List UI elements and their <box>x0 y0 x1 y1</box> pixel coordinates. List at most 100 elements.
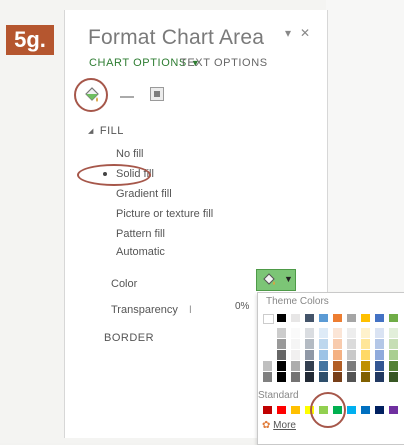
fill-option-automatic[interactable]: Automatic <box>116 246 165 258</box>
theme-color-swatch[interactable] <box>305 314 314 322</box>
fill-option-picture-texture-fill[interactable]: Picture or texture fill <box>116 208 213 220</box>
theme-shade-swatch[interactable] <box>319 372 328 382</box>
theme-shade-swatch[interactable] <box>361 361 370 371</box>
solid-fill-highlight-circle <box>77 164 151 186</box>
theme-shade-swatch[interactable] <box>263 328 272 338</box>
theme-shade-swatch[interactable] <box>347 339 356 349</box>
theme-shade-swatch[interactable] <box>347 328 356 338</box>
theme-shade-swatch[interactable] <box>361 350 370 360</box>
theme-shade-swatch[interactable] <box>347 361 356 371</box>
theme-shade-swatch[interactable] <box>263 339 272 349</box>
standard-color-swatch[interactable] <box>277 406 286 414</box>
theme-shade-swatch[interactable] <box>319 339 328 349</box>
theme-shade-swatch[interactable] <box>291 350 300 360</box>
theme-shade-swatch[interactable] <box>291 361 300 371</box>
chevron-down-icon: ▼ <box>284 274 293 284</box>
effects-tab-icon[interactable] <box>120 96 134 98</box>
theme-shade-swatch[interactable] <box>361 339 370 349</box>
theme-color-swatch[interactable] <box>277 314 286 322</box>
theme-color-swatch[interactable] <box>347 314 356 322</box>
theme-shade-swatch[interactable] <box>305 361 314 371</box>
pane-title: Format Chart Area <box>88 26 265 49</box>
theme-shade-swatch[interactable] <box>305 350 314 360</box>
theme-shade-swatch[interactable] <box>375 328 384 338</box>
theme-shade-swatch[interactable] <box>347 350 356 360</box>
more-colors-label: More <box>273 420 296 431</box>
theme-shade-swatch[interactable] <box>389 328 398 338</box>
theme-color-swatch[interactable] <box>291 314 300 322</box>
theme-shade-swatch[interactable] <box>277 372 286 382</box>
theme-color-swatch[interactable] <box>389 314 398 322</box>
theme-shade-swatch[interactable] <box>291 372 300 382</box>
close-icon[interactable]: ✕ <box>300 26 310 40</box>
fill-line-tab-icon[interactable] <box>74 78 108 112</box>
theme-shade-swatch[interactable] <box>277 328 286 338</box>
more-colors-link[interactable]: ✿ More <box>262 420 296 431</box>
theme-shade-swatch[interactable] <box>389 361 398 371</box>
theme-shade-swatch[interactable] <box>333 328 342 338</box>
transparency-value[interactable]: 0% <box>235 301 249 312</box>
theme-shade-swatch[interactable] <box>389 339 398 349</box>
theme-shade-swatch[interactable] <box>305 328 314 338</box>
theme-shade-swatch[interactable] <box>305 339 314 349</box>
theme-shade-swatch[interactable] <box>263 350 272 360</box>
theme-shade-swatch[interactable] <box>277 350 286 360</box>
theme-shade-swatch[interactable] <box>333 361 342 371</box>
paint-bucket-icon <box>263 273 275 285</box>
theme-shade-swatch[interactable] <box>291 328 300 338</box>
theme-shade-swatch[interactable] <box>389 350 398 360</box>
transparency-label: Transparency I <box>111 304 192 316</box>
theme-shade-swatch[interactable] <box>361 328 370 338</box>
theme-shade-swatch[interactable] <box>333 372 342 382</box>
fill-section-label: FILL <box>99 125 124 137</box>
theme-colors-label: Theme Colors <box>266 296 329 307</box>
theme-shade-swatch[interactable] <box>319 328 328 338</box>
paint-bucket-icon <box>85 87 99 102</box>
standard-color-swatch[interactable] <box>375 406 384 414</box>
tab-chart-options-label: CHART OPTIONS <box>89 57 187 69</box>
theme-shade-swatch[interactable] <box>319 361 328 371</box>
color-label: Color <box>111 278 138 290</box>
theme-color-swatch[interactable] <box>361 314 370 322</box>
theme-shade-swatch[interactable] <box>375 361 384 371</box>
theme-shade-swatch[interactable] <box>375 350 384 360</box>
fill-option-no-fill[interactable]: No fill <box>116 148 144 160</box>
theme-shade-swatch[interactable] <box>375 339 384 349</box>
transparency-label-text: Transparency <box>111 304 178 316</box>
theme-color-swatch[interactable] <box>319 314 328 322</box>
theme-shade-swatch[interactable] <box>277 361 286 371</box>
tab-text-options[interactable]: TEXT OPTIONS <box>180 57 268 69</box>
theme-shade-swatch[interactable] <box>263 372 272 382</box>
theme-shade-swatch[interactable] <box>375 372 384 382</box>
expanded-triangle-icon: ◢ <box>88 128 94 135</box>
theme-shade-swatch[interactable] <box>319 350 328 360</box>
standard-color-swatch[interactable] <box>263 406 272 414</box>
theme-shade-swatch[interactable] <box>333 339 342 349</box>
step-badge: 5g. <box>6 25 54 55</box>
theme-color-swatch[interactable] <box>333 314 342 322</box>
fill-option-pattern-fill[interactable]: Pattern fill <box>116 228 165 240</box>
theme-color-swatch[interactable] <box>263 314 274 324</box>
color-wheel-icon: ✿ <box>262 420 271 431</box>
border-section-header[interactable]: BORDER <box>104 332 154 344</box>
theme-shade-swatch[interactable] <box>389 372 398 382</box>
theme-shade-swatch[interactable] <box>333 350 342 360</box>
theme-shade-swatch[interactable] <box>347 372 356 382</box>
standard-color-swatch[interactable] <box>347 406 356 414</box>
standard-color-swatch[interactable] <box>291 406 300 414</box>
standard-colors-label: Standard <box>258 390 299 401</box>
fill-section-header[interactable]: ◢ FILL <box>88 125 124 137</box>
theme-shade-swatch[interactable] <box>291 339 300 349</box>
standard-color-swatch[interactable] <box>361 406 370 414</box>
size-properties-tab-icon[interactable] <box>150 87 164 101</box>
color-picker-button[interactable]: ▼ <box>256 269 296 291</box>
pane-options-icon[interactable]: ▾ <box>285 26 291 40</box>
fill-option-gradient-fill[interactable]: Gradient fill <box>116 188 172 200</box>
transparency-slider-thumb[interactable]: I <box>189 304 192 316</box>
theme-color-swatch[interactable] <box>375 314 384 322</box>
theme-shade-swatch[interactable] <box>361 372 370 382</box>
theme-shade-swatch[interactable] <box>277 339 286 349</box>
standard-color-swatch[interactable] <box>389 406 398 414</box>
theme-shade-swatch[interactable] <box>263 361 272 371</box>
theme-shade-swatch[interactable] <box>305 372 314 382</box>
